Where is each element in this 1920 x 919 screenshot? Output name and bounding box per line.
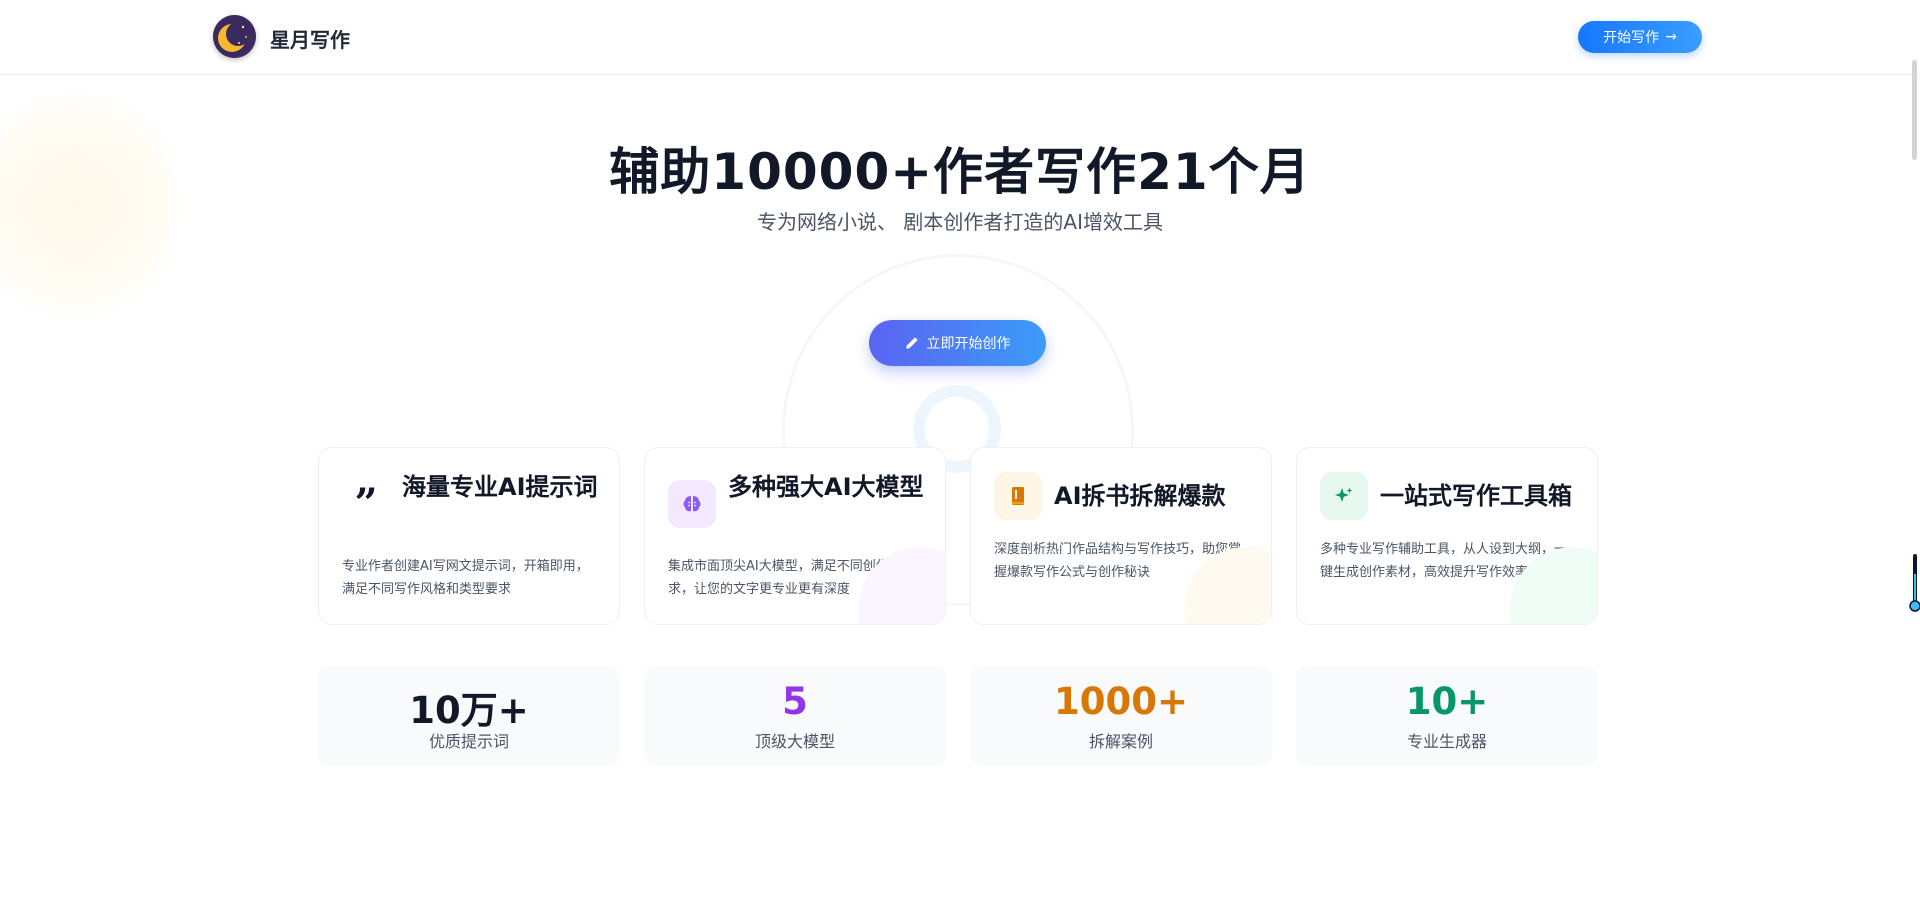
stat-label: 顶级大模型 [754, 732, 835, 751]
feature-card-models[interactable]: 多种强大AI大模型 集成市面顶尖AI大模型，满足不同创作需求，让您的文字更专业更… [644, 447, 946, 625]
feature-title: 多种强大AI大模型 [728, 473, 924, 501]
stat-prompts: 10万+ 优质提示词 [318, 666, 620, 766]
start-creating-button[interactable]: 立即开始创作 [869, 320, 1046, 366]
brand-name[interactable]: 星月写作 [270, 24, 350, 53]
moon-logo-icon[interactable] [213, 15, 256, 58]
feature-card-toolbox[interactable]: 一站式写作工具箱 多种专业写作辅助工具，从人设到大纲，一键生成创作素材，高效提升… [1296, 447, 1598, 625]
feature-card-analysis[interactable]: AI拆书拆解爆款 深度剖析热门作品结构与写作技巧，助您掌握爆款写作公式与创作秘诀 [970, 447, 1272, 625]
feature-card-prompts[interactable]: ” 海量专业AI提示词 专业作者创建AI写网文提示词，开箱即用，满足不同写作风格… [318, 447, 620, 625]
stat-value: 10万+ [409, 689, 529, 732]
stat-label: 优质提示词 [428, 732, 509, 751]
stat-value: 1000+ [1054, 680, 1188, 723]
book-icon [994, 472, 1042, 520]
stat-label: 拆解案例 [1088, 732, 1153, 751]
start-writing-button[interactable]: 开始写作 → [1578, 21, 1702, 53]
feature-title: 一站式写作工具箱 [1380, 482, 1572, 510]
feature-title: AI拆书拆解爆款 [1054, 482, 1226, 510]
quote-icon: ” [342, 480, 390, 528]
start-writing-label: 开始写作 [1603, 30, 1660, 46]
hero-subtitle: 专为网络小说、 剧本创作者打造的AI增效工具 [757, 210, 1163, 234]
feature-title: 海量专业AI提示词 [402, 473, 598, 501]
scroll-indicator-icon[interactable] [1909, 554, 1920, 612]
pencil-icon [905, 337, 918, 349]
page-scrollbar[interactable] [1912, 60, 1917, 160]
stat-models: 5 顶级大模型 [644, 666, 946, 766]
top-header: 星月写作 开始写作 → [0, 0, 1920, 75]
feature-desc: 专业作者创建AI写网文提示词，开箱即用，满足不同写作风格和类型要求 [342, 559, 589, 597]
brain-icon [668, 480, 716, 528]
decorative-glow [0, 80, 180, 330]
start-creating-label: 立即开始创作 [926, 336, 1011, 352]
stat-value: 10+ [1405, 680, 1489, 723]
stat-cases: 1000+ 拆解案例 [970, 666, 1272, 766]
stat-generators: 10+ 专业生成器 [1296, 666, 1598, 766]
sparkle-icon [1320, 472, 1368, 520]
arrow-right-icon: → [1665, 29, 1677, 45]
stat-label: 专业生成器 [1406, 732, 1487, 751]
stat-value: 5 [782, 680, 808, 723]
hero-title: 辅助10000+作者写作21个月 [609, 143, 1311, 201]
